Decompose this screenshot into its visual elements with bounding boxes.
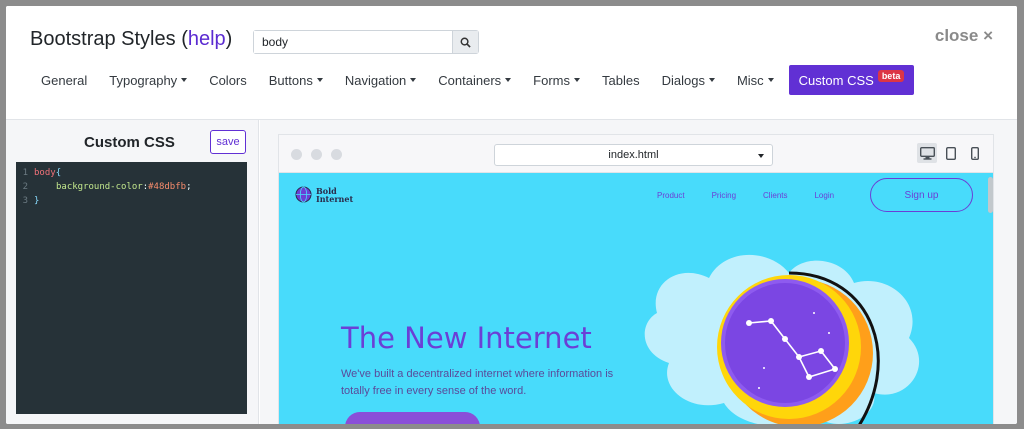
save-button[interactable]: save xyxy=(210,130,246,154)
caret-down-icon xyxy=(181,78,188,82)
search-button[interactable] xyxy=(452,31,478,53)
caret-down-icon xyxy=(767,78,774,82)
code-line: 1 body { xyxy=(22,168,62,178)
search-icon xyxy=(460,37,471,48)
site-link-pricing[interactable]: Pricing xyxy=(712,191,736,200)
css-code-editor[interactable]: 1 body { 2 background-color: #48dbfb; 3 … xyxy=(16,162,247,414)
custom-css-panel: Custom CSS save 1 body { 2 background-co… xyxy=(6,120,259,424)
nav-item-tables[interactable]: Tables xyxy=(591,65,651,95)
nav-item-navigation[interactable]: Navigation xyxy=(334,65,427,95)
beta-badge: beta xyxy=(877,70,905,82)
window-dot xyxy=(291,149,302,160)
search-input[interactable] xyxy=(254,31,452,53)
caret-down-icon xyxy=(316,78,323,82)
hero-subtitle: We've built a decentralized internet whe… xyxy=(341,368,614,397)
nav-item-general[interactable]: General xyxy=(30,65,98,95)
caret-down-icon xyxy=(410,78,417,82)
device-mobile-button[interactable] xyxy=(965,143,985,163)
device-desktop-button[interactable] xyxy=(917,143,937,163)
nav-item-dialogs[interactable]: Dialogs xyxy=(651,65,726,95)
help-close: ) xyxy=(225,28,233,50)
device-tablet-button[interactable] xyxy=(941,143,961,163)
site-link-clients[interactable]: Clients xyxy=(763,191,787,200)
preview-panel: index.html Bold Internet Product Pricing… xyxy=(260,120,1017,424)
site-link-login[interactable]: Login xyxy=(814,191,834,200)
nav-item-custom-css[interactable]: Custom CSS beta xyxy=(788,65,915,95)
hero-title: The New Internet xyxy=(341,321,592,355)
site-link-product[interactable]: Product xyxy=(657,191,685,200)
help-open: ( xyxy=(181,28,188,50)
site-logo[interactable]: Bold Internet xyxy=(295,186,353,203)
nav-item-forms[interactable]: Forms xyxy=(522,65,591,95)
category-nav: General Typography Colors Buttons Naviga… xyxy=(30,65,915,95)
nav-item-colors[interactable]: Colors xyxy=(198,65,258,95)
browser-toolbar: index.html xyxy=(279,135,993,173)
nav-item-typography[interactable]: Typography xyxy=(98,65,198,95)
search-box xyxy=(253,30,479,54)
telescope-illustration-icon xyxy=(644,254,920,424)
preview-scrollbar[interactable] xyxy=(988,177,993,213)
nav-item-misc[interactable]: Misc xyxy=(726,65,785,95)
caret-down-icon xyxy=(574,78,581,82)
window-dot xyxy=(331,149,342,160)
window-dot xyxy=(311,149,322,160)
code-line: 3 } xyxy=(22,196,40,206)
close-button[interactable]: close × xyxy=(935,26,993,46)
caret-down-icon xyxy=(708,78,715,82)
modal-header: Bootstrap Styles (help) close × General … xyxy=(6,6,1017,120)
help-link[interactable]: help xyxy=(188,28,226,50)
browser-frame: index.html Bold Internet Product Pricing… xyxy=(278,134,994,424)
code-line: 2 background-color: #48dbfb; xyxy=(22,182,192,192)
nav-item-containers[interactable]: Containers xyxy=(427,65,522,95)
caret-down-icon xyxy=(505,78,512,82)
panel-title: Custom CSS xyxy=(84,134,175,151)
page-select[interactable]: index.html xyxy=(494,144,773,166)
nav-item-buttons[interactable]: Buttons xyxy=(258,65,334,95)
modal: Bootstrap Styles (help) close × General … xyxy=(6,6,1017,424)
signup-button[interactable]: Sign up xyxy=(870,178,973,212)
globe-icon xyxy=(295,186,312,203)
site-nav: Product Pricing Clients Login xyxy=(657,191,861,200)
page-title: Bootstrap Styles (help) xyxy=(30,28,232,51)
title-text: Bootstrap Styles xyxy=(30,28,176,50)
tablet-icon xyxy=(946,146,956,160)
chevron-down-icon xyxy=(758,154,764,158)
logo-text: Bold Internet xyxy=(316,185,354,204)
mobile-icon xyxy=(971,146,979,160)
desktop-icon xyxy=(919,146,935,160)
hero-button[interactable] xyxy=(345,412,480,424)
site-preview: Bold Internet Product Pricing Clients Lo… xyxy=(279,173,993,424)
